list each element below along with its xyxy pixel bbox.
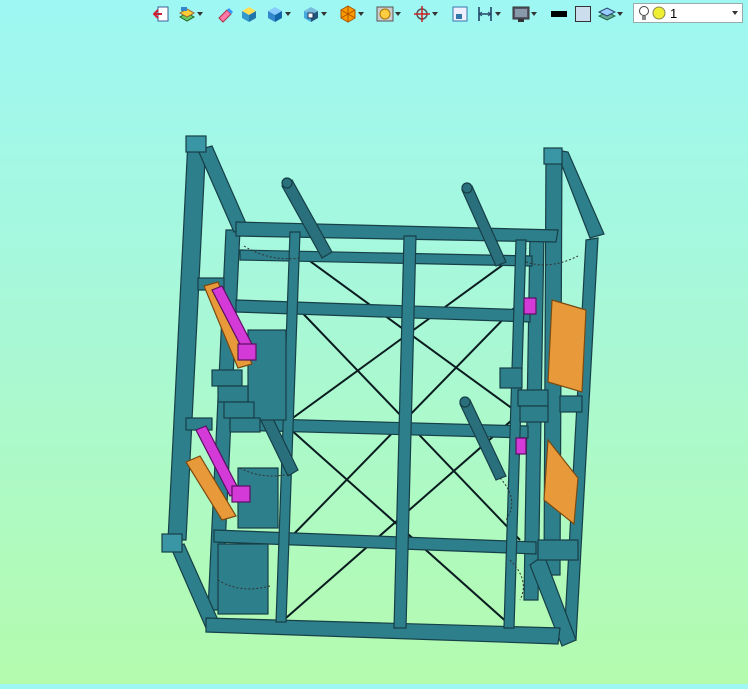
exit-icon (153, 6, 169, 22)
render-mode-button[interactable] (376, 4, 402, 24)
layers-dropdown-caret[interactable] (196, 4, 204, 24)
box-shading-icon (268, 7, 282, 22)
line-color-button[interactable] (550, 4, 568, 24)
explode-dropdown-caret[interactable] (357, 4, 365, 24)
eraser-button[interactable] (216, 4, 234, 24)
exit-button[interactable] (153, 4, 171, 24)
layers-icon (178, 7, 196, 22)
solid-box-button[interactable] (240, 4, 258, 24)
box-shading-dropdown-caret[interactable] (284, 4, 292, 24)
line-color-icon (551, 11, 567, 17)
rotate-button[interactable] (413, 4, 439, 24)
model-viewport[interactable] (0, 28, 748, 684)
dimension-button[interactable] (476, 4, 502, 24)
rotate-crosshair-icon (414, 6, 430, 22)
box-view-dropdown-caret[interactable] (320, 4, 328, 24)
eraser-icon (218, 8, 233, 23)
dimension-dropdown-caret[interactable] (494, 4, 502, 24)
render-mode-dropdown-caret[interactable] (394, 4, 402, 24)
layer-select-value: 1 (670, 5, 678, 21)
fill-color-button[interactable] (574, 4, 592, 24)
box-shading-button[interactable] (266, 4, 292, 24)
explode-button[interactable] (339, 4, 365, 24)
display-mode-dropdown-caret[interactable] (530, 4, 538, 24)
rotate-dropdown-caret[interactable] (431, 4, 439, 24)
layer-select-caret[interactable] (732, 11, 738, 15)
fill-color-icon (575, 6, 591, 22)
layer-select[interactable]: 1 (633, 3, 743, 23)
solid-box-icon (242, 7, 256, 22)
box-view-button[interactable] (302, 4, 328, 24)
dimension-icon (478, 7, 492, 21)
display-mode-button[interactable] (512, 4, 538, 24)
layer-stack-dropdown-caret[interactable] (616, 4, 624, 24)
layer-stack-icon (598, 7, 616, 21)
view-toolbar: 1 (0, 0, 748, 28)
explode-icon (340, 5, 356, 23)
fit-window-icon (452, 6, 468, 22)
frame-model (161, 135, 605, 647)
layer-stack-button[interactable] (598, 4, 624, 24)
render-mode-icon (376, 6, 394, 22)
display-mode-icon (512, 6, 530, 22)
box-view-icon (304, 7, 318, 22)
fit-window-button[interactable] (451, 4, 469, 24)
lightbulb-icon (639, 6, 649, 20)
sun-icon (652, 6, 666, 20)
layers-button[interactable] (178, 4, 204, 24)
